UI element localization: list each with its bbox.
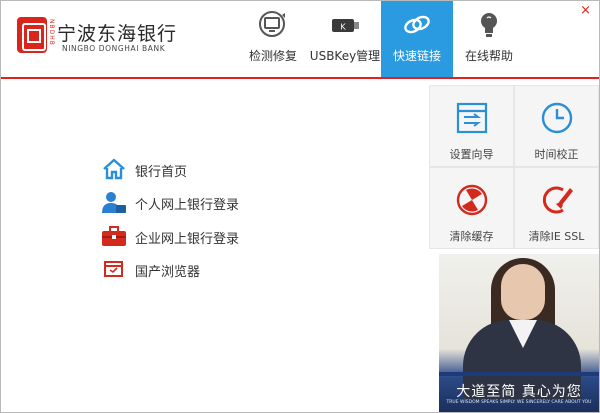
nav-label: 在线帮助: [464, 49, 513, 63]
nav-label: 快速链接: [392, 49, 441, 63]
nav-quick-links[interactable]: 快速链接: [381, 1, 453, 77]
link-label: 企业网上银行登录: [135, 232, 240, 247]
ad-banner: 大道至简 真心为您 TRUE WISDOM SPEAKS SIMPLY. WE …: [439, 254, 599, 412]
tool-tiles: 设置向导 时间校正 清除缓存 清除IE SSL: [429, 85, 599, 249]
logo-side-text: NBDHB: [48, 19, 55, 46]
fu-seal-icon: [17, 17, 47, 53]
link-label: 国产浏览器: [135, 265, 201, 280]
ad-model-face: [501, 264, 545, 320]
clear-cache-icon: [456, 184, 487, 216]
lightbulb-icon: [481, 13, 497, 37]
link-icon: [404, 15, 430, 34]
app-window: NBDHB 宁波东海银行 NINGBO DONGHAI BANK 检测修复 K …: [0, 0, 600, 413]
clock-icon: [541, 102, 572, 134]
nav-detect-repair[interactable]: 检测修复: [237, 1, 309, 77]
tile-clear-cache[interactable]: 清除缓存: [429, 167, 514, 249]
nav-online-help[interactable]: 在线帮助: [453, 1, 525, 77]
setup-wizard-icon: [456, 102, 487, 134]
tile-label: 清除IE SSL: [528, 230, 585, 243]
tile-time-correction[interactable]: 时间校正: [514, 85, 599, 167]
tile-label: 时间校正: [534, 148, 579, 161]
bank-logo: NBDHB 宁波东海银行 NINGBO DONGHAI BANK: [17, 15, 217, 65]
link-label: 银行首页: [135, 165, 188, 180]
usb-key-icon: K: [332, 19, 359, 32]
nav-label: 检测修复: [248, 49, 297, 63]
ad-slogan: 大道至简 真心为您: [456, 384, 582, 400]
usb-key-glyph: K: [340, 23, 346, 32]
nav-usbkey[interactable]: K USBKey管理: [309, 1, 381, 77]
top-bar: NBDHB 宁波东海银行 NINGBO DONGHAI BANK 检测修复 K …: [1, 1, 599, 79]
ad-subslogan: TRUE WISDOM SPEAKS SIMPLY. WE SINCERELY …: [446, 400, 592, 405]
browser-icon: [104, 261, 123, 277]
link-label: 个人网上银行登录: [135, 198, 240, 213]
tile-label: 设置向导: [449, 148, 494, 161]
tile-label: 清除缓存: [449, 230, 494, 243]
home-icon: [103, 158, 125, 180]
person-icon: [102, 192, 126, 213]
tile-clear-ie-ssl[interactable]: 清除IE SSL: [514, 167, 599, 249]
briefcase-icon: [102, 226, 126, 246]
monitor-repair-icon: [259, 11, 285, 37]
nav-label: USBKey管理: [309, 49, 381, 63]
clear-ssl-icon: [542, 186, 573, 214]
tile-setup-wizard[interactable]: 设置向导: [429, 85, 514, 167]
bank-name-en: NINGBO DONGHAI BANK: [62, 44, 166, 53]
ad-strip: [439, 372, 599, 376]
close-icon[interactable]: ×: [580, 3, 591, 18]
bank-name-cn: 宁波东海银行: [57, 23, 178, 45]
